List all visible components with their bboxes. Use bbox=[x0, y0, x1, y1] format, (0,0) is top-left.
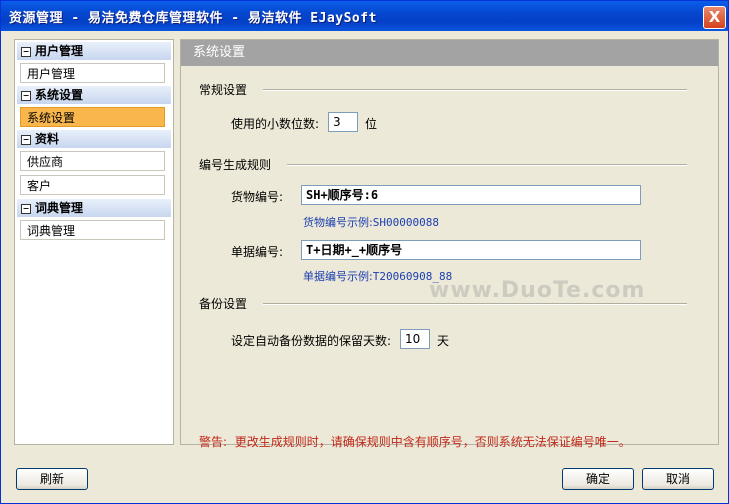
settings-panel: 系统设置 常规设置 使用的小数位数: 3 位 编号生成规则 货物编号: SH+顺… bbox=[180, 39, 719, 449]
close-icon: X bbox=[708, 8, 721, 26]
goods-code-rule-input[interactable]: SH+顺序号:6 bbox=[301, 185, 641, 205]
warning-text: 更改生成规则时，请确保规则中含有顺序号，否则系统无法保证编号唯一。 bbox=[234, 435, 631, 449]
goods-code-example: 货物编号示例:SH00000088 bbox=[303, 216, 439, 229]
sidebar-item-dictionary-management[interactable]: 词典管理 bbox=[20, 220, 165, 240]
collapse-icon[interactable]: − bbox=[21, 46, 31, 57]
goods-code-label: 货物编号: bbox=[231, 190, 284, 204]
decimal-unit-label: 位 bbox=[365, 117, 378, 131]
sidebar-group-users[interactable]: − 用户管理 bbox=[17, 42, 171, 60]
watermark: www.DuoTe.com bbox=[429, 278, 646, 303]
collapse-icon[interactable]: − bbox=[21, 90, 31, 101]
warning-label: 警告: bbox=[199, 435, 228, 449]
document-code-label: 单据编号: bbox=[231, 245, 284, 259]
sidebar: − 用户管理 用户管理 − 系统设置 系统设置 − 资料 供应商 客户 − 词典管理 词… bbox=[14, 39, 174, 445]
divider bbox=[287, 164, 687, 166]
sidebar-group-data[interactable]: − 资料 bbox=[17, 130, 171, 148]
document-code-rule-input[interactable]: T+日期+_+顺序号 bbox=[301, 240, 641, 260]
sidebar-group-system[interactable]: − 系统设置 bbox=[17, 86, 171, 104]
cancel-button[interactable]: 取消 bbox=[642, 468, 714, 490]
panel-title: 系统设置 bbox=[181, 40, 718, 66]
decimal-places-input[interactable]: 3 bbox=[328, 112, 358, 132]
sidebar-group-label: 词典管理 bbox=[35, 201, 84, 215]
sidebar-item-suppliers[interactable]: 供应商 bbox=[20, 151, 165, 171]
collapse-icon[interactable]: − bbox=[21, 134, 31, 145]
sidebar-item-customers[interactable]: 客户 bbox=[20, 175, 165, 195]
backup-days-unit: 天 bbox=[437, 334, 450, 348]
close-button[interactable]: X bbox=[703, 6, 726, 29]
window-title: 资源管理 - 易洁免费仓库管理软件 - 易洁软件 EJaySoft bbox=[9, 11, 377, 26]
warning-message: 警告: 更改生成规则时，请确保规则中含有顺序号，否则系统无法保证编号唯一。 bbox=[199, 433, 631, 450]
sidebar-item-user-management[interactable]: 用户管理 bbox=[20, 63, 165, 83]
backup-days-label: 设定自动备份数据的保留天数: bbox=[231, 334, 392, 348]
section-general-heading: 常规设置 bbox=[199, 83, 248, 97]
sidebar-item-system-settings[interactable]: 系统设置 bbox=[20, 107, 165, 127]
refresh-button[interactable]: 刷新 bbox=[16, 468, 88, 490]
sidebar-group-dictionary[interactable]: − 词典管理 bbox=[17, 199, 171, 217]
ok-button[interactable]: 确定 bbox=[562, 468, 634, 490]
collapse-icon[interactable]: − bbox=[21, 203, 31, 214]
decimal-places-label: 使用的小数位数: bbox=[231, 117, 320, 131]
sidebar-group-label: 资料 bbox=[35, 132, 60, 146]
sidebar-group-label: 用户管理 bbox=[35, 44, 84, 58]
title-bar[interactable]: 资源管理 - 易洁免费仓库管理软件 - 易洁软件 EJaySoft X bbox=[1, 1, 728, 31]
app-window: 资源管理 - 易洁免费仓库管理软件 - 易洁软件 EJaySoft X − 用户管… bbox=[0, 0, 729, 504]
backup-days-input[interactable]: 10 bbox=[400, 329, 430, 349]
section-backup-heading: 备份设置 bbox=[199, 297, 248, 311]
divider bbox=[263, 89, 687, 91]
section-numbering-heading: 编号生成规则 bbox=[199, 158, 272, 172]
client-area: − 用户管理 用户管理 − 系统设置 系统设置 − 资料 供应商 客户 − 词典管理 词… bbox=[4, 31, 725, 500]
sidebar-group-label: 系统设置 bbox=[35, 88, 84, 102]
divider bbox=[263, 303, 687, 305]
